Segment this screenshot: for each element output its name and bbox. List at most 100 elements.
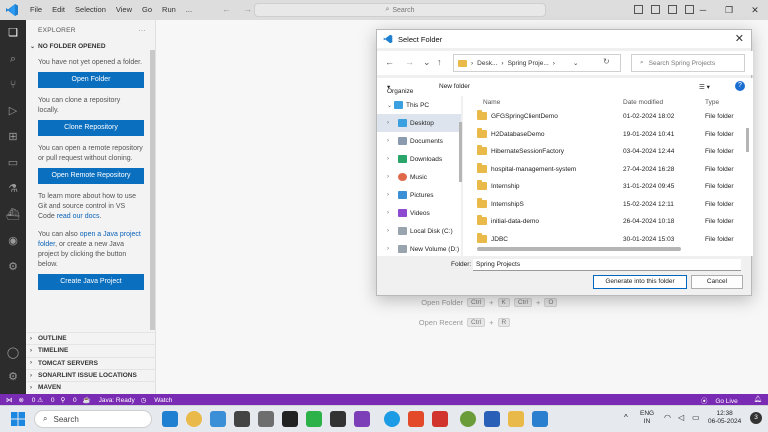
file-row[interactable]: HibernateSessionFactory 03-04-2024 12:44 F… [463,143,743,161]
close-icon[interactable]: ✕ [742,0,768,20]
run-debug-icon[interactable]: ▷ [6,104,20,118]
outline-section[interactable]: › OUTLINE [26,332,156,344]
clock[interactable]: 12:38 06-05-2024 [708,410,741,426]
accounts-icon[interactable]: ◯ [6,346,20,360]
up-arrow-icon[interactable]: ↑ [437,57,442,67]
forward-arrow-icon[interactable]: → [243,4,252,14]
more-actions-icon[interactable]: ··· [139,27,146,34]
volume-icon[interactable]: ◁ [678,414,684,422]
cancel-button[interactable]: Cancel [691,275,743,289]
sublime-app-icon[interactable] [432,411,448,427]
battery-icon[interactable]: ▭ [692,414,700,422]
tree-item-pictures[interactable]: › Pictures [377,186,461,204]
notifications-bell-icon[interactable]: 🔔︎ [754,395,762,405]
breadcrumb-desktop[interactable]: Desk... [477,60,497,67]
dialog-search-box[interactable]: ⌕ Search Spring Projects [631,54,745,72]
intellij-app-icon[interactable] [354,411,370,427]
extensions-icon[interactable]: ⊞ [6,130,20,144]
new-folder-button[interactable]: New folder [439,83,470,90]
spring-boot-icon[interactable]: ⚙ [6,260,20,274]
toggle-sidebar-icon[interactable] [634,5,643,14]
pycharm-app-icon[interactable] [306,411,322,427]
menu-edit[interactable]: Edit [47,0,70,20]
clion-app-icon[interactable] [330,411,346,427]
tree-item-local-disk-c[interactable]: › Local Disk (C:) [377,222,461,240]
generate-into-folder-button[interactable]: Generate into this folder [593,275,687,289]
webstorm-app-icon[interactable] [282,411,298,427]
file-row[interactable]: hospital-management-system 27-04-2024 16:… [463,161,743,179]
column-date[interactable]: Date modified [623,99,663,106]
language-indicator[interactable]: ENG IN [640,410,654,426]
notification-badge[interactable]: 3 [750,412,762,424]
read-docs-link[interactable]: read our docs [57,213,100,220]
menu-run[interactable]: Run [157,0,181,20]
menu-selection[interactable]: Selection [70,0,111,20]
address-bar[interactable]: › Desk... › Spring Proje... › ⌄ [453,54,621,72]
java-status[interactable]: ☕ Java: Ready [83,396,135,404]
file-row[interactable]: JDBC 30-01-2024 15:03 File folder [463,231,743,249]
menu-go[interactable]: Go [137,0,157,20]
toggle-secondary-sidebar-icon[interactable] [668,5,677,14]
refresh-icon[interactable]: ↻ [603,57,610,66]
open-recent-shortcut[interactable]: Open Recent Ctrl + R [411,318,511,327]
open-folder-shortcut[interactable]: Open Folder Ctrl + K Ctrl + O [411,298,558,307]
view-options-icon[interactable]: ☰ ▾ [699,83,710,91]
wifi-icon[interactable]: ◠ [664,414,671,422]
menu-more[interactable]: ... [181,0,197,20]
problems-indicator[interactable]: ⊗ 0 ⚠ 0 [19,396,55,404]
tree-item-this-pc[interactable]: ⌄ This PC [377,96,461,114]
remote-explorer-icon[interactable]: ▭ [6,156,20,170]
go-live-button[interactable]: ⦿ Go Live [701,395,738,405]
open-folder-button[interactable]: Open Folder [38,72,144,88]
file-list-horizontal-scrollbar[interactable] [477,247,681,251]
office-app-icon[interactable] [408,411,424,427]
word-app-icon[interactable] [484,411,500,427]
breadcrumb-spring[interactable]: Spring Proje... [508,60,549,67]
file-row[interactable]: H2DatabaseDemo 19-01-2024 10:41 File folde… [463,126,743,144]
tree-item-downloads[interactable]: › Downloads [377,150,461,168]
file-row[interactable]: GFGSpringClientDemo 01-02-2024 18:02 File … [463,108,743,126]
address-dropdown-icon[interactable]: ⌄ [573,59,578,67]
chevron-up-icon[interactable]: ^ [624,414,628,422]
timeline-section[interactable]: › TIMELINE [26,344,156,356]
todo-app-icon[interactable] [210,411,226,427]
tree-item-new-volume-d[interactable]: › New Volume (D:) [377,240,461,256]
explorer-icon[interactable]: ❏ [6,26,20,40]
sidebar-scrollbar[interactable] [150,50,155,330]
tomcat-servers-section[interactable]: › TOMCAT SERVERS [26,356,156,369]
menu-view[interactable]: View [111,0,137,20]
manage-gear-icon[interactable]: ⚙ [6,370,20,384]
dialog-close-icon[interactable]: ✕ [735,32,744,45]
restore-icon[interactable]: ❐ [716,0,742,20]
menu-file[interactable]: File [25,0,47,20]
watch-status[interactable]: ◷ Watch [141,396,173,404]
create-java-project-button[interactable]: Create Java Project [38,274,144,290]
tree-item-music[interactable]: › Music [377,168,461,186]
navigation-scrollbar[interactable] [459,122,462,182]
file-explorer-app-icon[interactable] [508,411,524,427]
help-icon[interactable]: ? [735,81,745,91]
minimize-icon[interactable]: ─ [690,0,716,20]
chrome-profile-app-icon[interactable] [460,411,476,427]
sonarlint-section[interactable]: › SONARLINT ISSUE LOCATIONS [26,368,156,381]
chrome-app-icon[interactable] [186,411,202,427]
remote-indicator-icon[interactable]: ⋈ [6,396,13,404]
file-row[interactable]: InternshipS 15-02-2024 12:11 File folder [463,196,743,214]
file-row[interactable]: initial-data-demo 26-04-2024 10:18 File fo… [463,213,743,231]
terminal-app-icon[interactable] [234,411,250,427]
file-row[interactable]: Internship 31-01-2024 09:45 File folder [463,178,743,196]
ports-indicator[interactable]: ⚲ 0 [60,396,76,404]
sonarlint-icon[interactable]: ◉ [6,234,20,248]
back-arrow-icon[interactable]: ← [222,4,231,14]
taskbar-search[interactable]: ⌕ Search [34,410,152,428]
folder-name-input[interactable] [473,259,741,271]
column-name[interactable]: Name [483,99,500,106]
search-icon[interactable]: ⌕ [6,52,20,66]
testing-icon[interactable]: ⚗ [6,182,20,196]
edge-app-icon[interactable] [384,411,400,427]
vscode-app-icon[interactable] [162,411,178,427]
source-control-icon[interactable]: ⑂ [6,78,20,92]
open-remote-repository-button[interactable]: Open Remote Repository [38,168,144,184]
file-list-vertical-scrollbar[interactable] [746,128,749,152]
organize-button[interactable]: Organize ▾ [387,83,413,95]
